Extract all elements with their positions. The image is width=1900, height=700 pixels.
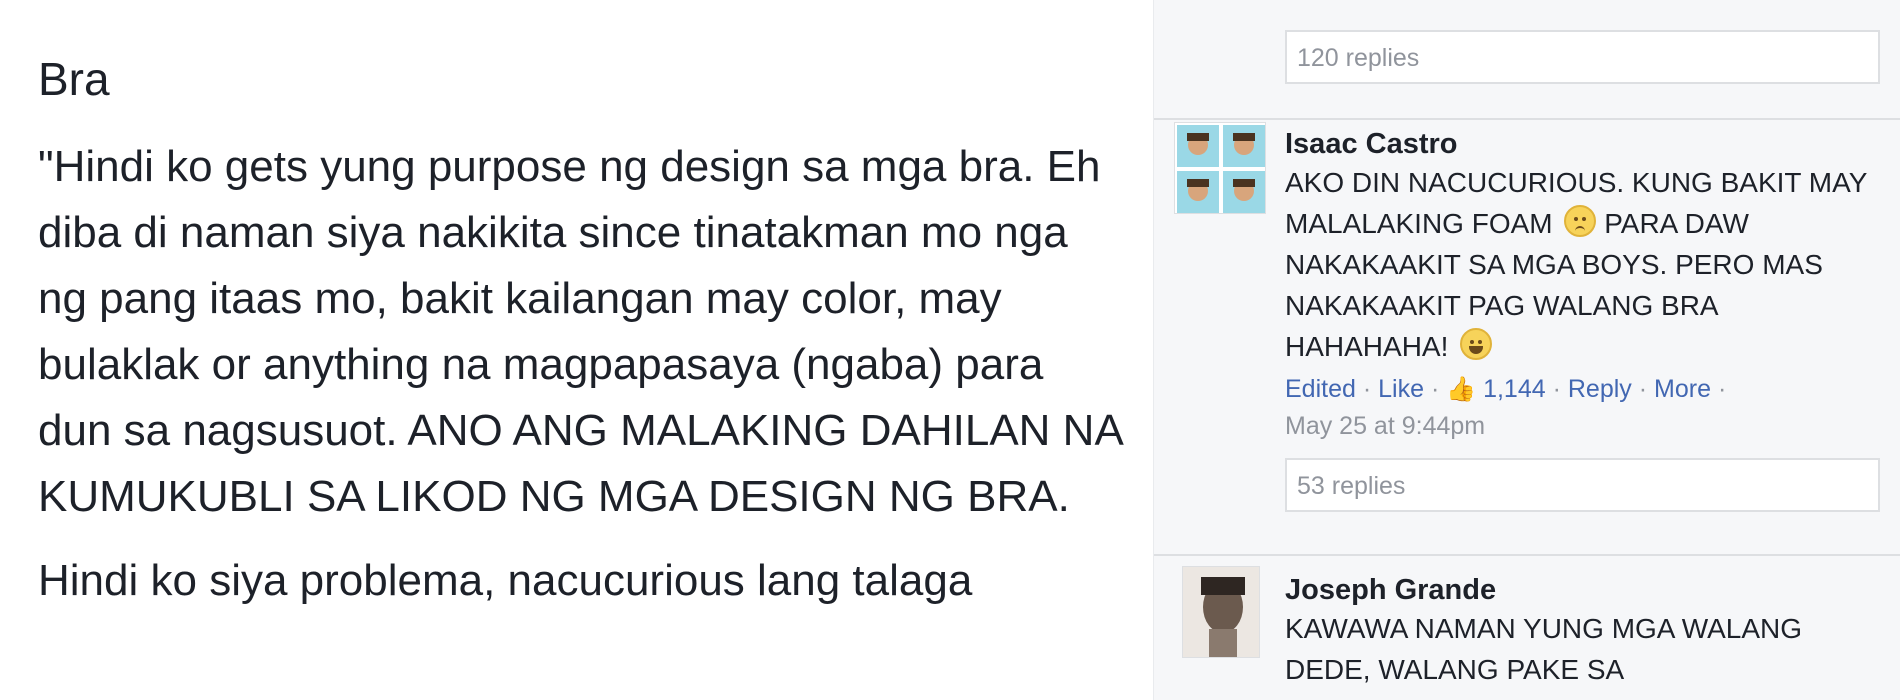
post-title: Bra (38, 53, 110, 105)
comment-body: Joseph Grande KAWAWA NAMAN YUNG MGA WALA… (1285, 572, 1880, 690)
comment-body: Isaac Castro AKO DIN NACUCURIOUS. KUNG B… (1285, 126, 1880, 512)
reply-link[interactable]: Reply (1568, 375, 1632, 403)
comment-divider (1154, 118, 1900, 120)
comment-author[interactable]: Joseph Grande (1285, 572, 1880, 608)
replies-link[interactable]: 53 replies (1297, 472, 1405, 500)
avatar-image (1183, 567, 1259, 657)
comment-divider (1154, 554, 1900, 556)
avatar[interactable] (1182, 566, 1260, 658)
replies-box[interactable]: 53 replies (1285, 458, 1880, 512)
avatar[interactable] (1174, 122, 1266, 214)
sad-face-emoji-icon (1564, 205, 1597, 237)
comment-text: KAWAWA NAMAN YUNG MGA WALANG DEDE, WALAN… (1285, 613, 1803, 685)
comment-author[interactable]: Isaac Castro (1285, 126, 1880, 162)
edited-link[interactable]: Edited (1285, 375, 1356, 403)
comments-panel: 120 replies Isaac Castro AKO DIN NACUCUR… (1153, 0, 1900, 700)
comment-actions: Edited · Like · 👍 1,144 · Reply · More · (1285, 371, 1880, 408)
replies-link[interactable]: 120 replies (1297, 44, 1419, 72)
previous-comment-replies[interactable]: 120 replies (1285, 30, 1880, 84)
comment-timestamp[interactable]: May 25 at 9:44pm (1285, 408, 1880, 444)
post-body: "Hindi ko gets yung purpose ng design sa… (38, 134, 1128, 630)
more-link[interactable]: More (1654, 375, 1711, 403)
laughing-face-emoji-icon (1460, 328, 1493, 360)
like-count[interactable]: 1,144 (1483, 375, 1546, 403)
comment-text: AKO DIN NACUCURIOUS. KUNG BAKIT MAY MALA… (1285, 162, 1880, 367)
avatar-image (1175, 123, 1265, 213)
thumbs-up-icon: 👍 (1446, 376, 1477, 403)
post-paragraph-1: "Hindi ko gets yung purpose ng design sa… (38, 142, 1122, 521)
like-link[interactable]: Like (1378, 375, 1424, 403)
post-panel: Bra "Hindi ko gets yung purpose ng desig… (0, 0, 1150, 700)
post-paragraph-2: Hindi ko siya problema, nacucurious lang… (38, 556, 973, 605)
